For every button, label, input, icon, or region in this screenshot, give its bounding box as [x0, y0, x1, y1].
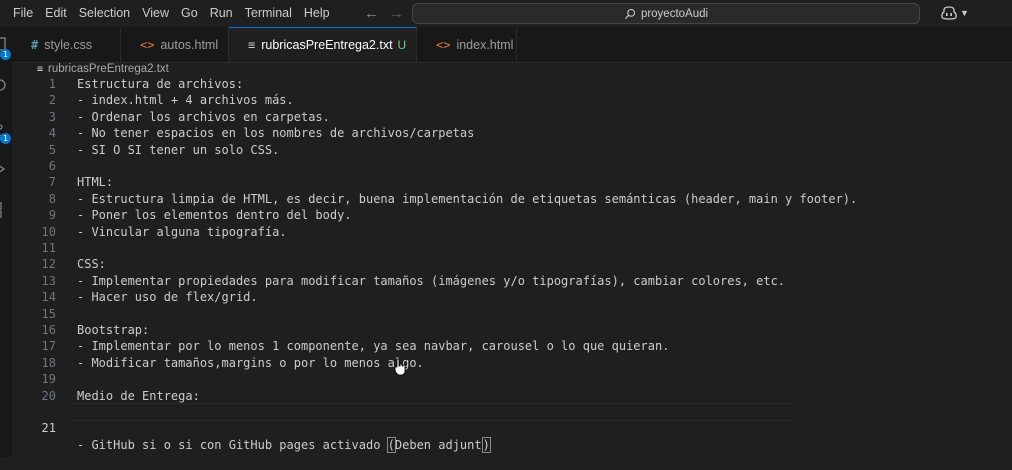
html-file-icon: <>	[140, 37, 155, 52]
code-line: 9- Poner los elementos dentro del body.	[48, 208, 352, 223]
tab-label: index.html	[456, 37, 514, 52]
breadcrumb-file[interactable]: rubricasPreEntrega2.txt	[48, 63, 169, 75]
source-control-badge: 1	[0, 133, 11, 144]
command-center-search[interactable]: proyectoAudi	[412, 3, 920, 24]
arrow-left-icon[interactable]: ←	[364, 5, 379, 22]
code-line: 10- Vincular alguna tipografía.	[41, 224, 287, 239]
copilot-icon	[941, 6, 957, 20]
menu-selection[interactable]: Selection	[73, 0, 136, 27]
html-file-icon: <>	[436, 37, 451, 52]
tab-index-html[interactable]: <> index.html	[417, 27, 517, 62]
title-bar: File Edit Selection View Go Run Terminal…	[0, 0, 1012, 27]
tab-style-css[interactable]: # style.css	[12, 27, 121, 62]
code-line: 15	[41, 306, 56, 321]
code-line: 16 Bootstrap:	[41, 323, 150, 337]
code-editor[interactable]: 1 Estructura de archivos: 2- index.html +…	[12, 76, 1012, 457]
code-line: 20 Medio de Entrega:	[41, 388, 200, 403]
search-icon	[625, 8, 635, 19]
editor-tabs: # style.css <> autos.html ≡ rubricasPreE…	[12, 27, 1012, 63]
menu-terminal[interactable]: Terminal	[239, 0, 298, 27]
matched-bracket-open: (	[386, 436, 396, 453]
code-line: 1 Estructura de archivos:	[48, 77, 244, 91]
code-line: 13- Implementar propiedades para modific…	[41, 273, 786, 288]
tab-autos-html[interactable]: <> autos.html	[121, 27, 229, 62]
menu-file[interactable]: File	[0, 0, 39, 27]
search-icon[interactable]	[0, 78, 10, 94]
code-line: 14- Hacer uso de flex/grid.	[41, 290, 258, 305]
untracked-status: U	[397, 38, 407, 52]
hand-pointer-icon	[394, 358, 406, 376]
tab-label: style.css	[44, 37, 93, 52]
menu-go[interactable]: Go	[175, 0, 204, 27]
arrow-right-icon[interactable]: →	[389, 5, 404, 22]
tab-label: autos.html	[160, 37, 219, 52]
breadcrumb[interactable]: ≡ rubricasPreEntrega2.txt	[37, 62, 169, 76]
menu-bar: File Edit Selection View Go Run Terminal…	[0, 0, 336, 27]
tab-label: rubricasPreEntrega2.txt	[261, 38, 393, 52]
code-line: 12 CSS:	[41, 257, 106, 272]
menu-edit[interactable]: Edit	[39, 0, 73, 27]
code-line: 6	[48, 159, 56, 173]
code-line: 4- No tener espacios en los nombres de a…	[48, 126, 475, 141]
code-line: 5- SI O SI tener un solo CSS.	[48, 142, 280, 157]
text-file-icon: ≡	[248, 38, 256, 52]
code-line: 8- Estructura limpia de HTML, es decir, …	[48, 191, 858, 206]
explorer-badge: 1	[0, 49, 11, 60]
tab-rubricas-txt[interactable]: ≡ rubricasPreEntrega2.txt U	[229, 27, 417, 62]
code-line-current: 21 - GitHub si o si con GitHub pages act…	[41, 421, 491, 453]
menu-help[interactable]: Help	[298, 0, 336, 27]
extensions-icon[interactable]	[0, 202, 10, 218]
search-text: proyectoAudi	[640, 7, 709, 20]
matched-bracket-close: )	[481, 436, 491, 453]
code-line: 19	[41, 372, 56, 387]
nav-arrows: ← →	[364, 0, 404, 27]
menu-run[interactable]: Run	[204, 0, 239, 27]
code-line: 17- Implementar por lo menos 1 component…	[41, 339, 670, 354]
css-file-icon: #	[31, 37, 39, 52]
menu-view[interactable]: View	[136, 0, 175, 27]
text-file-icon: ≡	[37, 63, 44, 75]
code-line: 11	[41, 241, 56, 255]
code-line: 3- Ordenar los archivos en carpetas.	[48, 109, 330, 124]
code-line: 2- index.html + 4 archivos más.	[48, 93, 294, 108]
chevron-down-icon[interactable]: ▼	[960, 8, 969, 18]
run-debug-icon[interactable]	[0, 161, 10, 177]
code-line: 18- Modificar tamaños,margins o por lo m…	[41, 355, 424, 370]
copilot-button[interactable]: ▼	[940, 4, 969, 22]
code-line: 7 HTML:	[48, 175, 114, 190]
activity-bar: 1 1	[0, 27, 12, 457]
